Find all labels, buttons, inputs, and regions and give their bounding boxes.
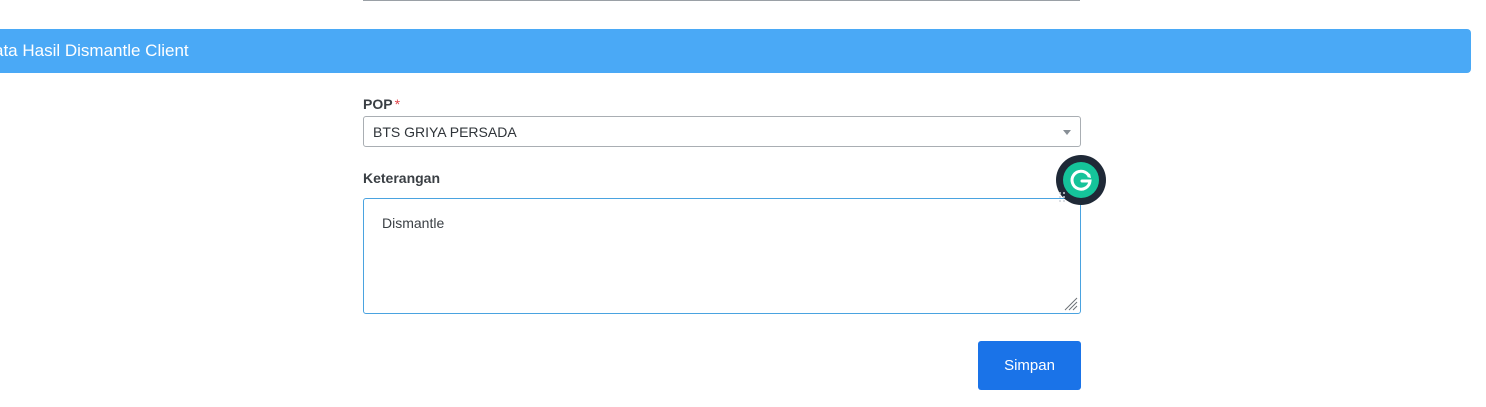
pop-select[interactable]: BTS GRIYA PERSADA: [363, 116, 1081, 147]
keterangan-textarea[interactable]: Dismantle: [363, 198, 1081, 314]
grammarly-g-icon: [1063, 162, 1099, 198]
page: ata Hasil Dismantle Client POP * BTS GRIY…: [0, 0, 1486, 407]
section-title: ata Hasil Dismantle Client: [0, 41, 189, 60]
required-indicator: *: [394, 96, 401, 112]
submit-button[interactable]: Simpan: [978, 341, 1081, 390]
drag-handle-icon[interactable]: [1058, 191, 1066, 203]
section-header: ata Hasil Dismantle Client: [0, 29, 1471, 73]
grammarly-widget[interactable]: [1056, 155, 1106, 205]
pop-select-value: BTS GRIYA PERSADA: [373, 124, 517, 140]
keterangan-label: Keterangan: [363, 170, 441, 186]
resize-grip-icon[interactable]: [1062, 295, 1078, 311]
pop-label: POP *: [363, 96, 400, 112]
divider: [363, 0, 1080, 1]
chevron-down-icon: [1063, 130, 1071, 135]
keterangan-value: Dismantle: [382, 215, 445, 231]
pop-label-text: POP: [363, 96, 393, 112]
